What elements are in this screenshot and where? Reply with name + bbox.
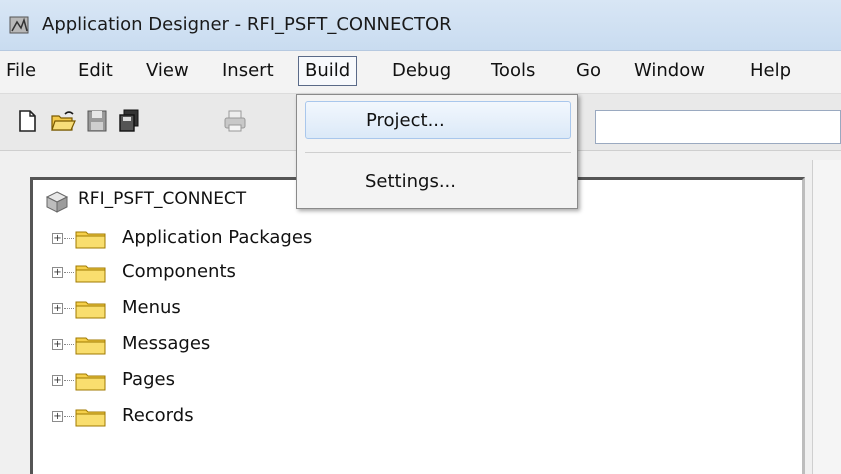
menu-item-settings-label: Settings... xyxy=(365,171,456,192)
expand-icon[interactable]: + xyxy=(52,339,63,350)
menu-view[interactable]: View xyxy=(140,59,195,83)
menu-go[interactable]: Go xyxy=(570,59,607,83)
open-icon[interactable] xyxy=(50,108,76,134)
folder-icon xyxy=(75,373,106,391)
save-all-icon[interactable] xyxy=(116,108,142,134)
menu-edit[interactable]: Edit xyxy=(72,59,119,83)
menu-insert[interactable]: Insert xyxy=(216,59,280,83)
print-icon[interactable] xyxy=(222,108,248,134)
menu-item-project[interactable]: Project... xyxy=(305,101,571,139)
right-panel-edge xyxy=(812,160,841,474)
menu-tools[interactable]: Tools xyxy=(485,59,541,83)
project-tree-pane[interactable] xyxy=(30,177,805,474)
tree-connector xyxy=(64,380,74,381)
project-icon xyxy=(45,191,69,213)
title-bar: Application Designer - RFI_PSFT_CONNECTO… xyxy=(0,0,841,51)
expand-icon[interactable]: + xyxy=(52,375,63,386)
save-icon[interactable] xyxy=(84,108,110,134)
tree-connector xyxy=(64,238,74,239)
menu-separator xyxy=(305,152,571,153)
expand-icon[interactable]: + xyxy=(52,267,63,278)
tree-node-label: Pages xyxy=(122,369,175,390)
menu-help[interactable]: Help xyxy=(744,59,797,83)
expand-icon[interactable]: + xyxy=(52,233,63,244)
folder-icon xyxy=(75,301,106,319)
tree-node-label: Messages xyxy=(122,333,211,354)
menu-file[interactable]: File xyxy=(0,59,42,83)
folder-icon xyxy=(75,265,106,283)
application-designer-icon xyxy=(9,16,29,34)
menu-debug[interactable]: Debug xyxy=(386,59,457,83)
folder-icon xyxy=(75,409,106,427)
tree-node-label: Application Packages xyxy=(122,227,313,248)
expand-icon[interactable]: + xyxy=(52,411,63,422)
tree-node-label: Components xyxy=(122,261,236,282)
tree-connector xyxy=(64,308,74,309)
folder-icon xyxy=(75,337,106,355)
menu-item-project-label: Project... xyxy=(366,110,445,131)
tree-node-label: Records xyxy=(122,405,194,426)
window-title: Application Designer - RFI_PSFT_CONNECTO… xyxy=(42,14,452,35)
tree-connector xyxy=(64,344,74,345)
expand-icon[interactable]: + xyxy=(52,303,63,314)
toolbar-combo-box[interactable] xyxy=(595,110,841,144)
tree-connector xyxy=(64,416,74,417)
menu-build[interactable]: Build xyxy=(298,56,358,86)
tree-node-label: Menus xyxy=(122,297,181,318)
tree-root-label: RFI_PSFT_CONNECT xyxy=(78,189,247,209)
new-icon[interactable] xyxy=(14,108,40,134)
menu-bar: File Edit View Insert Build Debug Tools … xyxy=(0,51,841,94)
folder-icon xyxy=(75,231,106,249)
tree-connector xyxy=(64,272,74,273)
menu-item-settings[interactable]: Settings... xyxy=(305,163,571,201)
menu-window[interactable]: Window xyxy=(628,59,711,83)
build-menu-dropdown: Project... Settings... xyxy=(296,94,578,209)
